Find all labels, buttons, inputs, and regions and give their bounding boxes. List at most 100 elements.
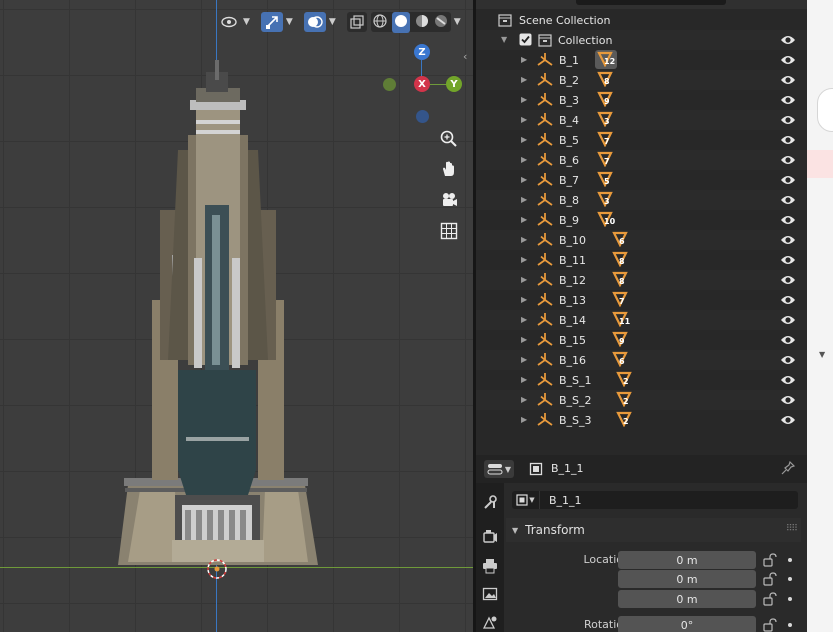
tool-tab[interactable]: [479, 491, 501, 513]
expand-arrow-icon[interactable]: ▶: [521, 315, 527, 324]
keyframe-dot-icon[interactable]: [788, 577, 792, 581]
outliner-row[interactable]: ▶ B_12 8: [476, 270, 807, 290]
gizmo-x-axis[interactable]: X: [414, 76, 430, 92]
checkbox-icon[interactable]: [519, 33, 533, 47]
outliner-row[interactable]: ▶ B_S_3 2: [476, 410, 807, 430]
expand-arrow-icon[interactable]: ▶: [521, 215, 527, 224]
mesh-children-badge[interactable]: 2: [616, 371, 638, 389]
outliner-row[interactable]: ▶ B_9 10: [476, 210, 807, 230]
outliner-row[interactable]: ▶ B_4 3: [476, 110, 807, 130]
chevron-down-icon[interactable]: ▼: [454, 17, 461, 27]
eye-icon[interactable]: [780, 394, 796, 406]
eye-icon[interactable]: [780, 154, 796, 166]
sidebar-toggle-icon[interactable]: ‹: [463, 50, 467, 63]
lock-icon[interactable]: [763, 592, 777, 606]
outliner-row[interactable]: ▶ B_13 7: [476, 290, 807, 310]
expand-arrow-icon[interactable]: ▶: [521, 255, 527, 264]
expand-arrow-icon[interactable]: ▶: [521, 235, 527, 244]
chevron-down-icon[interactable]: ▼: [329, 17, 336, 27]
keyframe-dot-icon[interactable]: [788, 597, 792, 601]
outliner-row[interactable]: ▶ B_5 7: [476, 130, 807, 150]
mesh-children-badge[interactable]: 6: [612, 231, 634, 249]
eye-icon[interactable]: [780, 354, 796, 366]
gizmo-icon[interactable]: [260, 12, 283, 32]
outliner-row[interactable]: ▶ B_7 5: [476, 170, 807, 190]
eye-icon[interactable]: [780, 254, 796, 266]
mesh-children-badge[interactable]: 11: [612, 311, 634, 329]
gizmo-y-axis[interactable]: Y: [446, 76, 462, 92]
scene-tab[interactable]: [479, 611, 501, 632]
output-tab[interactable]: [479, 555, 501, 577]
xray-icon[interactable]: [346, 12, 367, 32]
keyframe-dot-icon[interactable]: [788, 558, 792, 562]
outliner-row[interactable]: ▶ B_6 7: [476, 150, 807, 170]
outliner-row[interactable]: ▶ B_8 3: [476, 190, 807, 210]
side-panel-knob[interactable]: [817, 88, 833, 132]
expand-arrow-icon[interactable]: ▶: [521, 355, 527, 364]
keyframe-dot-icon[interactable]: [788, 623, 792, 627]
view-layer-tab[interactable]: [479, 583, 501, 605]
solid-shading-icon[interactable]: [392, 11, 411, 33]
object-name-field[interactable]: ▼ B_1_1: [512, 491, 798, 509]
mesh-children-badge[interactable]: 5: [597, 171, 619, 189]
mesh-children-badge[interactable]: 3: [597, 191, 619, 209]
mesh-children-badge[interactable]: 12: [595, 50, 619, 69]
outliner-row[interactable]: ▶ B_3 9: [476, 90, 807, 110]
mesh-children-badge[interactable]: 10: [597, 211, 619, 229]
gizmo-z-axis[interactable]: Z: [414, 44, 430, 60]
expand-arrow-icon[interactable]: ▶: [521, 295, 527, 304]
mesh-children-badge[interactable]: 8: [612, 271, 634, 289]
expand-arrow-icon[interactable]: ▶: [521, 135, 527, 144]
mesh-children-badge[interactable]: 8: [612, 251, 634, 269]
transform-value-field[interactable]: 0 m: [618, 570, 756, 588]
outliner-row[interactable]: ▶ B_S_2 2: [476, 390, 807, 410]
eye-icon[interactable]: [780, 34, 796, 46]
mesh-children-badge[interactable]: 7: [597, 151, 619, 169]
gizmo-neg-y-axis[interactable]: [383, 78, 396, 91]
lock-icon[interactable]: [763, 553, 777, 567]
drag-handle-icon[interactable]: ⠿⠿: [786, 524, 798, 534]
expand-arrow-icon[interactable]: ▶: [521, 115, 527, 124]
eye-icon[interactable]: [780, 374, 796, 386]
collection-row[interactable]: ▼ Collection: [476, 30, 807, 50]
render-tab[interactable]: [479, 526, 501, 548]
outliner-row[interactable]: ▶ B_S_1 2: [476, 370, 807, 390]
eye-icon[interactable]: [780, 274, 796, 286]
expand-arrow-icon[interactable]: ▼: [501, 35, 507, 44]
outliner-row[interactable]: ▶ B_10 6: [476, 230, 807, 250]
mesh-children-badge[interactable]: 9: [612, 331, 634, 349]
mesh-children-badge[interactable]: 6: [612, 351, 634, 369]
expand-arrow-icon[interactable]: ▶: [521, 335, 527, 344]
view-object-types-icon[interactable]: [218, 12, 240, 32]
zoom-icon[interactable]: [437, 127, 461, 151]
mesh-children-badge[interactable]: 9: [597, 91, 619, 109]
3d-cursor[interactable]: [205, 557, 229, 581]
expand-arrow-icon[interactable]: ▶: [521, 415, 527, 424]
material-preview-icon[interactable]: [415, 14, 429, 31]
editor-type-button[interactable]: ▼: [484, 460, 514, 478]
outliner-search-input[interactable]: [576, 0, 726, 5]
transform-value-field[interactable]: 0 m: [618, 551, 756, 569]
rendered-shading-icon[interactable]: [434, 14, 448, 31]
eye-icon[interactable]: [780, 234, 796, 246]
eye-icon[interactable]: [780, 94, 796, 106]
eye-icon[interactable]: [780, 334, 796, 346]
expand-arrow-icon[interactable]: ▶: [521, 375, 527, 384]
lock-icon[interactable]: [763, 618, 777, 632]
outliner-row[interactable]: ▶ B_11 8: [476, 250, 807, 270]
hand-pan-icon[interactable]: [437, 157, 461, 181]
eye-icon[interactable]: [780, 194, 796, 206]
mesh-children-badge[interactable]: 3: [597, 111, 619, 129]
expand-arrow-icon[interactable]: ▶: [521, 155, 527, 164]
outliner-row[interactable]: ▶ B_15 9: [476, 330, 807, 350]
chevron-down-icon[interactable]: ▼: [286, 17, 293, 27]
outliner-row[interactable]: ▶ B_1 12: [476, 50, 807, 70]
expand-arrow-icon[interactable]: ▶: [521, 75, 527, 84]
eye-icon[interactable]: [780, 294, 796, 306]
eye-icon[interactable]: [780, 54, 796, 66]
expand-arrow-icon[interactable]: ▶: [521, 95, 527, 104]
mesh-children-badge[interactable]: 2: [616, 391, 638, 409]
overlays-icon[interactable]: [303, 12, 326, 32]
outliner-row[interactable]: ▶ B_2 8: [476, 70, 807, 90]
3d-viewport[interactable]: ▼ ▼ ▼ ▼ ‹ Z X Y: [0, 0, 473, 632]
